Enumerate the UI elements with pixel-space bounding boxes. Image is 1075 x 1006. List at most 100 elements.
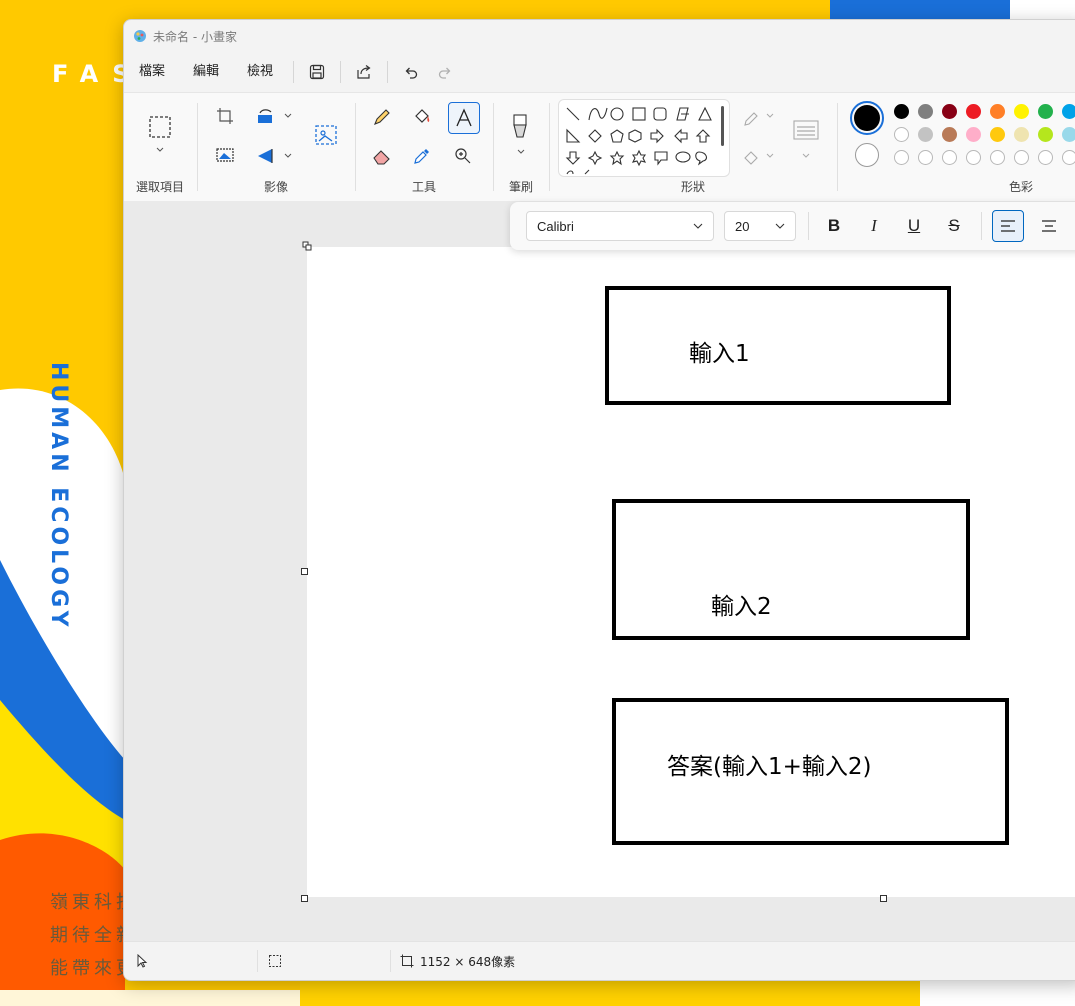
custom-color-slot[interactable] bbox=[1038, 150, 1053, 165]
palette-color-swatch[interactable] bbox=[942, 127, 957, 142]
group-colors: 色彩 bbox=[838, 93, 1075, 201]
chevron-down-icon[interactable] bbox=[517, 149, 525, 155]
wallpaper-vertical-text: HUMAN ECOLOGY bbox=[46, 362, 71, 631]
polygon-shape-icon bbox=[676, 107, 689, 121]
canvas-size: 1152 × 648像素 bbox=[400, 942, 515, 980]
chevron-down-icon[interactable] bbox=[156, 147, 164, 153]
eraser-icon[interactable] bbox=[372, 147, 392, 165]
custom-color-slot[interactable] bbox=[990, 150, 1005, 165]
shape-fill-icon[interactable] bbox=[742, 149, 760, 167]
save-button[interactable] bbox=[300, 57, 334, 87]
custom-color-slot[interactable] bbox=[1062, 150, 1075, 165]
group-image: 影像 bbox=[198, 93, 354, 201]
strikethrough-button[interactable]: S bbox=[939, 211, 969, 241]
custom-color-slot[interactable] bbox=[966, 150, 981, 165]
canvas-resize-handle-bottom[interactable] bbox=[880, 895, 887, 902]
select-all-icon[interactable] bbox=[216, 147, 234, 163]
answer-box[interactable]: 答案(輸入1+輸入2) bbox=[612, 698, 1009, 845]
paint-app-icon bbox=[134, 30, 146, 42]
arrow-down-shape-icon bbox=[565, 151, 581, 165]
custom-color-slot[interactable] bbox=[1014, 150, 1029, 165]
arrow-up-shape-icon bbox=[695, 129, 711, 143]
pencil-icon[interactable] bbox=[372, 107, 392, 127]
canvas-resize-handle-bottom-left[interactable] bbox=[301, 895, 308, 902]
canvas-size-icon bbox=[400, 954, 414, 968]
group-label-selection: 選取項目 bbox=[135, 180, 184, 194]
menu-edit[interactable]: 編輯 bbox=[179, 57, 233, 87]
custom-color-slot[interactable] bbox=[918, 150, 933, 165]
palette-color-swatch[interactable] bbox=[894, 104, 909, 119]
font-family-dropdown[interactable]: Calibri bbox=[526, 211, 714, 241]
chevron-down-icon[interactable] bbox=[284, 113, 292, 119]
pentagon-shape-icon bbox=[610, 129, 624, 143]
text-icon bbox=[456, 108, 472, 127]
magnifier-icon[interactable] bbox=[454, 147, 472, 165]
crop-icon[interactable] bbox=[216, 107, 234, 125]
menu-separator bbox=[340, 61, 342, 83]
input2-box[interactable]: 輸入2 bbox=[612, 499, 970, 640]
brush-icon[interactable] bbox=[511, 113, 529, 141]
palette-color-swatch[interactable] bbox=[990, 127, 1005, 142]
chevron-down-icon[interactable] bbox=[766, 153, 774, 159]
align-left-button[interactable] bbox=[992, 210, 1024, 242]
callout-cloud-shape-icon bbox=[695, 151, 708, 166]
star6-shape-icon bbox=[631, 149, 647, 167]
secondary-color-selector[interactable] bbox=[855, 143, 879, 167]
flip-icon[interactable] bbox=[256, 147, 276, 165]
palette-color-swatch[interactable] bbox=[918, 127, 933, 142]
palette-color-swatch[interactable] bbox=[966, 104, 981, 119]
color-picker-icon[interactable] bbox=[412, 147, 432, 165]
resize-icon[interactable] bbox=[256, 107, 276, 125]
bold-button[interactable]: B bbox=[819, 211, 849, 241]
group-label-brushes: 筆刷 bbox=[508, 180, 533, 194]
palette-color-swatch[interactable] bbox=[1062, 127, 1075, 142]
menu-file[interactable]: 檔案 bbox=[125, 57, 179, 87]
select-rectangle-icon[interactable] bbox=[148, 115, 172, 139]
shape-outline-icon[interactable] bbox=[742, 111, 760, 129]
underline-button[interactable]: U bbox=[899, 211, 929, 241]
status-separator bbox=[390, 950, 391, 972]
align-center-button[interactable] bbox=[1034, 211, 1064, 241]
wallpaper-cn-line: 能帶來更 bbox=[50, 958, 130, 979]
triangle-shape-icon bbox=[698, 106, 712, 121]
italic-button[interactable]: I bbox=[859, 211, 889, 241]
palette-color-swatch[interactable] bbox=[942, 104, 957, 119]
share-button[interactable] bbox=[347, 57, 381, 87]
image-properties-icon[interactable] bbox=[314, 123, 338, 147]
palette-color-swatch[interactable] bbox=[1038, 127, 1053, 142]
redo-icon bbox=[438, 67, 451, 79]
canvas-resize-handle-top-left[interactable] bbox=[302, 241, 312, 251]
primary-color-selector[interactable] bbox=[850, 101, 884, 135]
palette-color-swatch[interactable] bbox=[1014, 127, 1029, 142]
group-brushes: 筆刷 bbox=[494, 93, 548, 201]
font-size-dropdown[interactable]: 20 bbox=[724, 211, 796, 241]
custom-color-slot[interactable] bbox=[942, 150, 957, 165]
fill-bucket-icon[interactable] bbox=[412, 107, 432, 127]
palette-color-swatch[interactable] bbox=[894, 127, 909, 142]
shapes-gallery[interactable] bbox=[558, 99, 730, 177]
wallpaper-cn-line: 期待全新 bbox=[50, 925, 130, 946]
palette-color-swatch[interactable] bbox=[918, 104, 933, 119]
chevron-down-icon[interactable] bbox=[802, 153, 810, 159]
menu-bar: 檔案 編輯 檢視 bbox=[124, 54, 1075, 90]
redo-button[interactable] bbox=[428, 57, 462, 87]
input1-box[interactable]: 輸入1 bbox=[605, 286, 951, 405]
chevron-down-icon[interactable] bbox=[766, 113, 774, 119]
palette-color-swatch[interactable] bbox=[1038, 104, 1053, 119]
custom-color-slot[interactable] bbox=[894, 150, 909, 165]
chevron-down-icon[interactable] bbox=[284, 153, 292, 159]
primary-color-swatch bbox=[854, 105, 880, 131]
palette-color-swatch[interactable] bbox=[1014, 104, 1029, 119]
group-label-image: 影像 bbox=[263, 180, 288, 194]
ribbon: 選取項目 影像 工具 筆刷 形狀 色彩 bbox=[124, 92, 1075, 202]
palette-color-swatch[interactable] bbox=[966, 127, 981, 142]
outline-size-icon[interactable] bbox=[792, 119, 820, 141]
menu-view[interactable]: 檢視 bbox=[233, 57, 287, 87]
title-bar[interactable]: 未命名 - 小畫家 bbox=[124, 20, 1075, 52]
canvas-resize-handle-left[interactable] bbox=[301, 568, 308, 575]
undo-button[interactable] bbox=[394, 57, 428, 87]
drawing-canvas[interactable]: 輸入1 輸入2 答案(輸入1+輸入2) bbox=[307, 247, 1075, 897]
palette-color-swatch[interactable] bbox=[1062, 104, 1075, 119]
text-tool-button[interactable] bbox=[448, 102, 480, 134]
palette-color-swatch[interactable] bbox=[990, 104, 1005, 119]
